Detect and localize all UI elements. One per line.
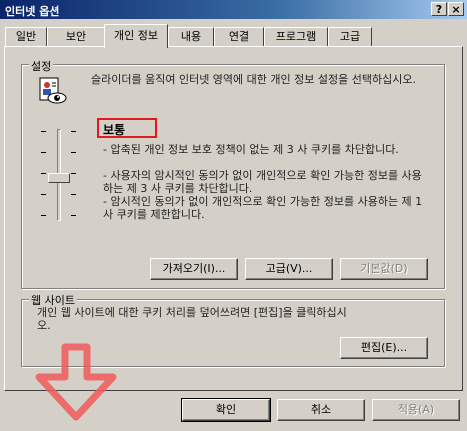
title-bar: 인터넷 옵션 ? × <box>0 0 467 19</box>
privacy-slider[interactable] <box>39 127 79 231</box>
import-button[interactable]: 가져오기(I)... <box>150 258 238 280</box>
privacy-panel: 설정 슬라이더를 움직여 인터넷 영역에 대한 개인 정보 설정을 선택하십시오… <box>4 46 463 421</box>
default-button[interactable]: 기본값(D) <box>340 258 428 280</box>
window-title: 인터넷 옵션 <box>5 5 60 18</box>
level-description-1: - 압축된 개인 정보 보호 정책이 없는 제 3 사 쿠키를 차단합니다. <box>103 143 399 156</box>
level-description-2: - 사용자의 암시적인 동의가 없이 개인적으로 확인 가능한 정보를 사용하는… <box>103 169 422 195</box>
tab-content[interactable]: 내용 <box>168 27 214 47</box>
apply-button[interactable]: 적용(A) <box>372 399 460 421</box>
privacy-document-icon <box>37 77 69 107</box>
tab-privacy[interactable]: 개인 정보 <box>104 24 168 48</box>
tab-general[interactable]: 일반 <box>5 27 47 47</box>
privacy-level-name: 보통 <box>103 123 126 137</box>
advanced-button[interactable]: 고급(V)... <box>245 258 333 280</box>
tab-security[interactable]: 보안 <box>47 27 105 47</box>
settings-instruction: 슬라이더를 움직여 인터넷 영역에 대한 개인 정보 설정을 선택하십시오. <box>91 73 416 86</box>
tab-programs[interactable]: 프로그램 <box>264 27 328 47</box>
help-button[interactable]: ? <box>431 2 447 16</box>
tab-connections[interactable]: 연결 <box>214 27 264 47</box>
level-description-3: - 암시적인 동의가 없이 개인적으로 확인 가능한 정보를 사용하는 제 1 … <box>103 195 423 221</box>
edit-button[interactable]: 편집(E)... <box>340 337 428 359</box>
slider-thumb[interactable] <box>48 173 70 183</box>
down-arrow-icon <box>27 343 127 423</box>
close-button[interactable]: × <box>448 2 464 16</box>
settings-legend: 설정 <box>29 58 54 74</box>
ok-button[interactable]: 확인 <box>181 398 271 422</box>
cancel-button[interactable]: 취소 <box>277 399 365 421</box>
tab-advanced[interactable]: 고급 <box>328 27 372 47</box>
websites-description: 개인 웹 사이트에 대한 쿠키 처리를 덮어쓰려면 [편집]을 클릭하십시오. <box>37 306 347 332</box>
